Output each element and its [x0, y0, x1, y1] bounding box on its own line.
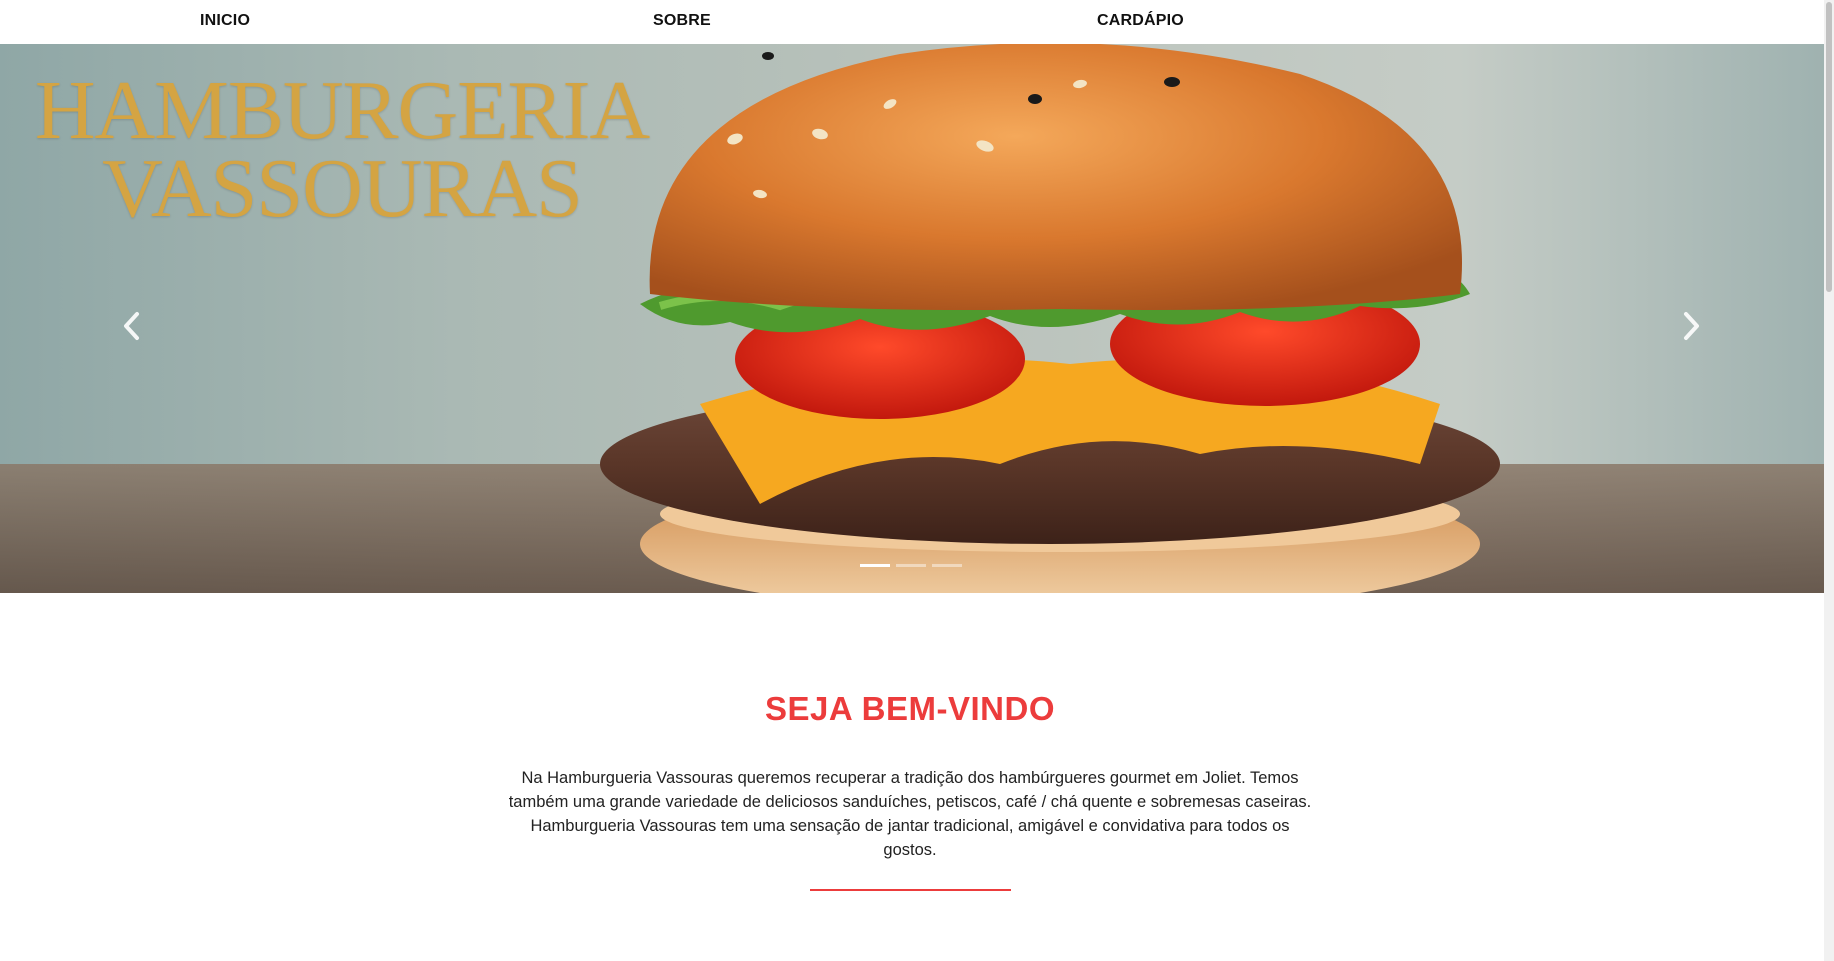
nav-item-cardapio[interactable]: CARDÁPIO: [1097, 12, 1184, 30]
carousel-indicator-2[interactable]: [896, 564, 926, 567]
scrollbar-thumb[interactable]: [1826, 2, 1832, 292]
nav-item-inicio[interactable]: INICIO: [200, 12, 250, 30]
section-divider: [810, 889, 1011, 891]
welcome-title: SEJA BEM-VINDO: [765, 690, 1055, 727]
carousel-prev-button[interactable]: [113, 306, 153, 346]
page-scrollbar[interactable]: [1824, 0, 1834, 961]
welcome-text: Na Hamburgueria Vassouras queremos recup…: [508, 769, 1312, 859]
hero-carousel: HAMBURGERIA VASSOURAS: [0, 44, 1824, 593]
top-nav: INICIO SOBRE CARDÁPIO: [0, 0, 1824, 44]
chevron-left-icon: [124, 312, 139, 340]
carousel-next-button[interactable]: [1670, 306, 1710, 346]
hero-title-line2: VASSOURAS: [102, 142, 583, 235]
chevron-right-icon: [1684, 312, 1699, 340]
carousel-indicators: [860, 564, 962, 567]
nav-item-sobre[interactable]: SOBRE: [653, 12, 711, 30]
hero-title-line1: HAMBURGERIA: [34, 64, 650, 157]
carousel-indicator-3[interactable]: [932, 564, 962, 567]
carousel-indicator-1[interactable]: [860, 564, 890, 567]
hero-logo-title: HAMBURGERIA VASSOURAS: [22, 64, 662, 235]
